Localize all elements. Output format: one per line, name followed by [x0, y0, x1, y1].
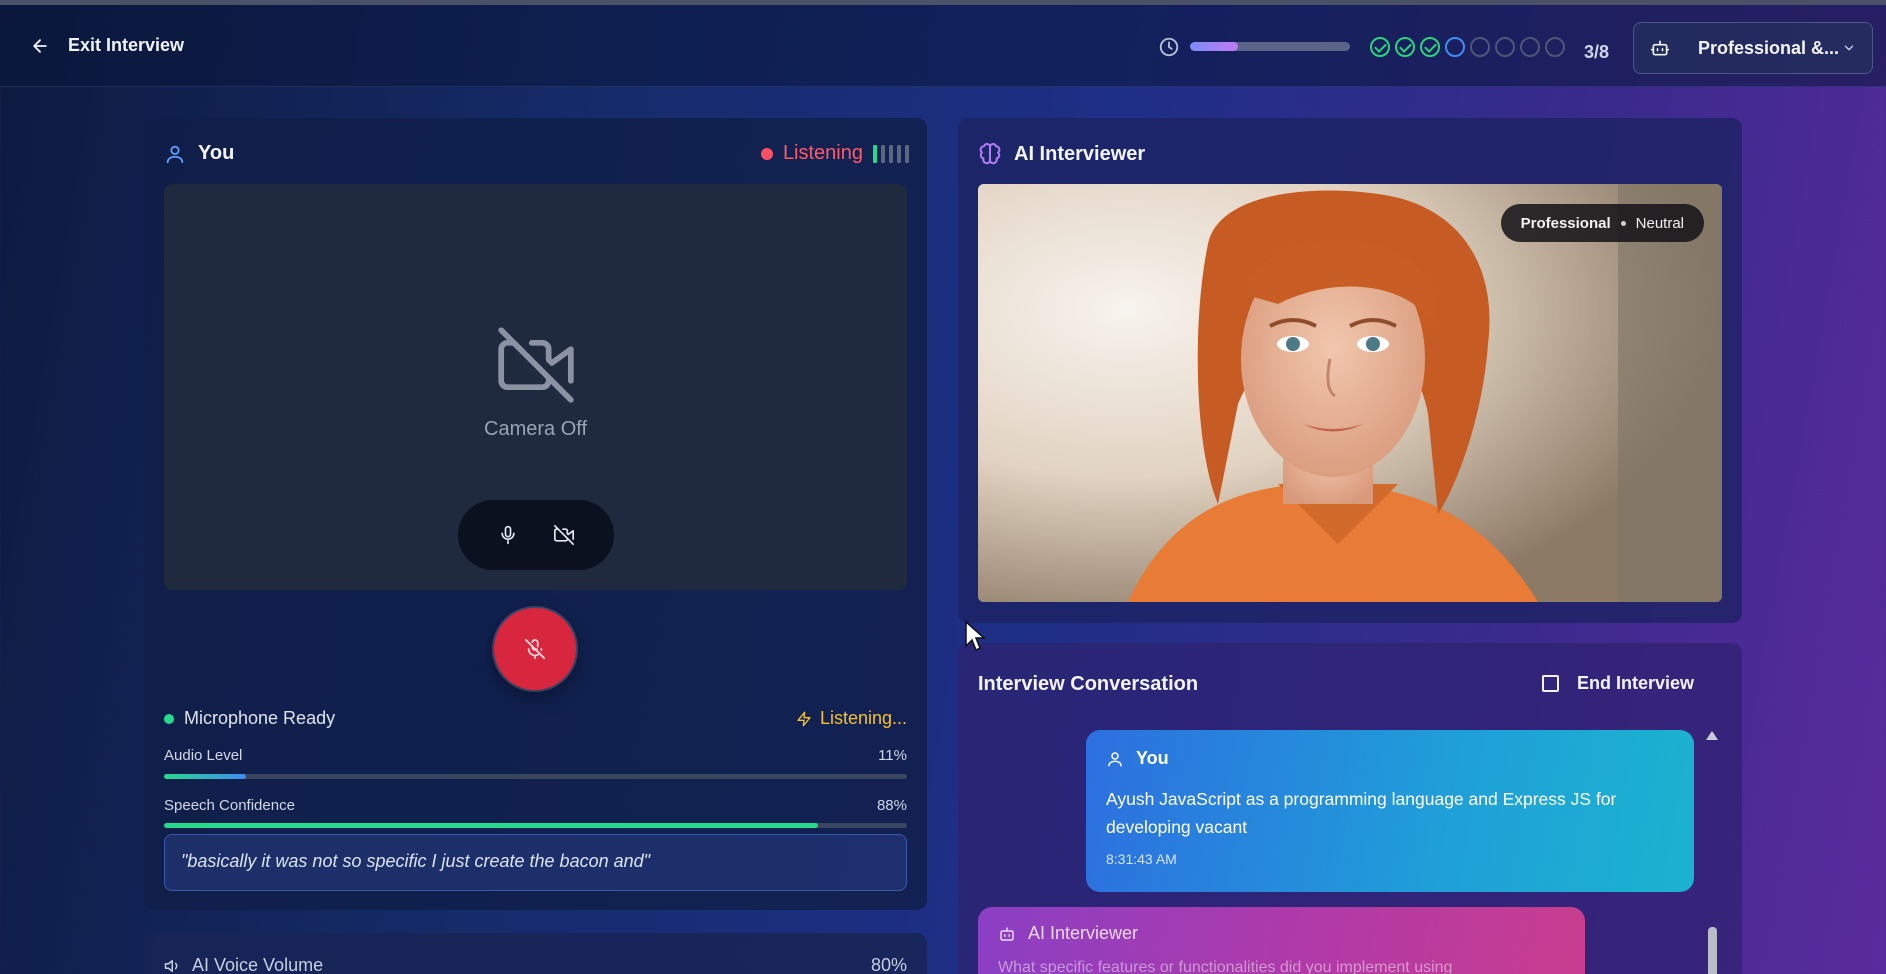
arrow-left-icon	[33, 38, 47, 53]
speech-confidence-fill	[164, 823, 818, 828]
chevron-down-icon	[1844, 45, 1854, 51]
audio-level-fill	[164, 774, 246, 779]
message-sender-name: You	[1136, 748, 1169, 768]
ai-voice-volume-value: 80%	[870, 955, 907, 974]
question-step-1	[1370, 37, 1390, 57]
message-sender: You	[1106, 748, 1674, 769]
listening-status: Listening...	[796, 708, 907, 729]
exit-interview-button[interactable]: Exit Interview	[30, 35, 184, 56]
ai-voice-volume-panel: AI Voice Volume 80%	[144, 933, 927, 974]
you-panel: You Listening Camera Off Microphone Read…	[144, 118, 927, 910]
brain-icon	[979, 142, 1001, 165]
scrollbar-thumb[interactable]	[1708, 927, 1717, 974]
ai-panel-title: AI Interviewer	[978, 142, 1145, 166]
question-step-2	[1395, 37, 1415, 57]
time-progress-bar	[1190, 42, 1350, 51]
conversation-title: Interview Conversation	[978, 673, 1199, 695]
message-sender-name: AI Interviewer	[1028, 923, 1139, 943]
microphone-status: Microphone Ready	[164, 708, 335, 729]
voice-bar	[905, 144, 909, 163]
camera-off-label: Camera Off	[484, 418, 587, 440]
tone-separator	[1620, 220, 1626, 226]
live-transcript: "basically it was not so specific I just…	[164, 834, 907, 891]
audio-level-meter	[164, 774, 907, 779]
user-icon	[166, 145, 184, 163]
you-panel-title: You	[164, 142, 234, 165]
you-title-text: You	[198, 142, 235, 164]
tone-badge: Professional Neutral	[1500, 204, 1704, 242]
question-step-8	[1545, 37, 1565, 57]
voice-bar	[889, 144, 893, 163]
ai-interviewer-panel: AI Interviewer Professional Neutral	[958, 118, 1742, 623]
scroll-up-arrow-icon[interactable]	[1706, 731, 1718, 740]
persona-label: Professional &...	[1698, 37, 1840, 58]
user-icon	[1108, 751, 1122, 766]
voice-level-bars	[873, 144, 909, 163]
mouse-cursor-icon	[965, 620, 986, 652]
camera-preview: Camera Off	[164, 184, 907, 590]
mic-off-icon	[524, 638, 546, 660]
question-steps	[1370, 37, 1565, 57]
listening-label: Listening	[782, 142, 863, 164]
camera-off-toggle-icon[interactable]	[554, 525, 574, 545]
top-bar: Exit Interview 3/8 Professional &...	[0, 5, 1886, 87]
tone-mood: Neutral	[1635, 214, 1684, 232]
exit-interview-label: Exit Interview	[68, 35, 185, 55]
message-you: You Ayush JavaScript as a programming la…	[1086, 730, 1694, 892]
conversation-panel: Interview Conversation End Interview You…	[958, 643, 1742, 974]
end-interview-label: End Interview	[1576, 673, 1694, 693]
persona-dropdown[interactable]: Professional &...	[1633, 22, 1873, 74]
recording-dot	[760, 147, 773, 160]
message-time: 8:31:43 AM	[1106, 851, 1177, 867]
listening-status-label: Listening...	[819, 708, 907, 728]
question-step-7	[1520, 37, 1540, 57]
ai-interviewer-video: Professional Neutral	[978, 184, 1722, 602]
listening-indicator: Listening	[760, 142, 909, 165]
camera-off-icon	[498, 327, 574, 403]
message-text: What specific features or functionalitie…	[998, 959, 1453, 974]
speaker-icon	[164, 959, 178, 972]
clock-icon	[1159, 37, 1179, 57]
conversation-scrollbar[interactable]	[1706, 731, 1718, 974]
ai-title-text: AI Interviewer	[1014, 142, 1146, 165]
voice-bar	[897, 144, 901, 163]
voice-bar	[881, 144, 885, 163]
question-step-4	[1445, 37, 1465, 57]
message-sender: AI Interviewer	[998, 923, 1565, 944]
message-text: Ayush JavaScript as a programming langua…	[1106, 789, 1617, 837]
bot-icon	[1650, 40, 1670, 56]
speech-confidence-value: 88%	[876, 797, 907, 814]
speech-confidence-label: Speech Confidence	[164, 797, 295, 814]
mic-ready-dot	[164, 713, 174, 724]
square-icon	[1541, 675, 1559, 692]
voice-bar	[873, 144, 877, 163]
speech-confidence-meter	[164, 823, 907, 828]
mic-icon[interactable]	[498, 525, 518, 545]
interviewer-portrait	[978, 184, 1722, 602]
message-ai: AI Interviewer What specific features or…	[978, 907, 1585, 974]
time-progress-fill	[1190, 42, 1238, 51]
question-step-5	[1470, 37, 1490, 57]
media-controls	[458, 500, 614, 570]
mute-microphone-button[interactable]	[494, 608, 576, 690]
question-step-6	[1495, 37, 1515, 57]
zap-icon	[797, 711, 811, 726]
question-counter: 3/8	[1584, 42, 1610, 62]
tone-style: Professional	[1520, 214, 1611, 232]
bot-icon	[1000, 926, 1014, 941]
audio-level-value: 11%	[878, 747, 907, 764]
question-step-3	[1420, 37, 1440, 57]
end-interview-button[interactable]: End Interview	[1541, 673, 1694, 694]
mic-status-label: Microphone Ready	[184, 708, 336, 728]
ai-voice-volume-label: AI Voice Volume	[164, 955, 323, 974]
volume-label-text: AI Voice Volume	[192, 955, 324, 974]
audio-level-label: Audio Level	[164, 747, 243, 764]
